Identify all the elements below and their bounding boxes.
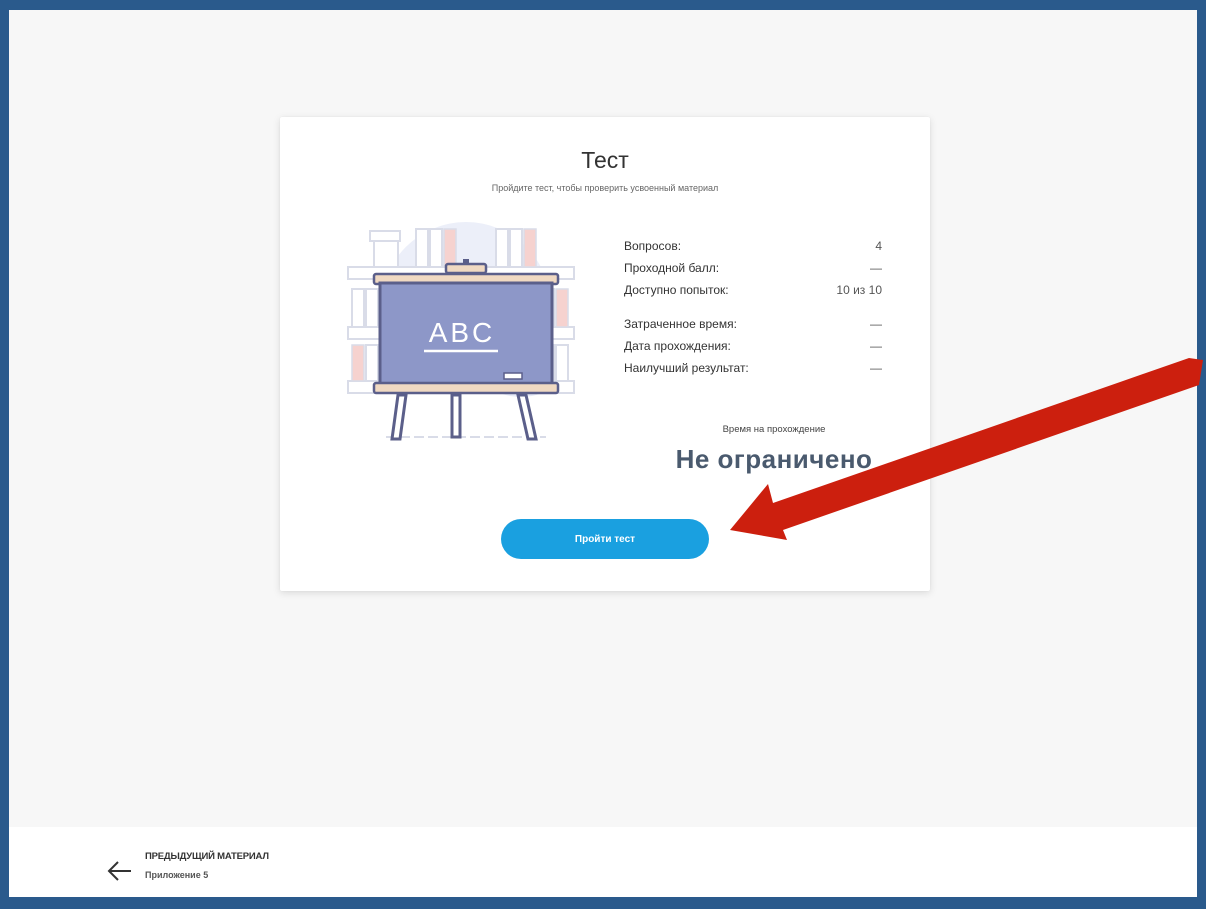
- card-title: Тест: [581, 147, 629, 173]
- previous-material-subtitle: Приложение 5: [145, 869, 209, 880]
- start-test-button[interactable]: Пройти тест: [501, 519, 709, 559]
- stat-date: Дата прохождения: —: [624, 335, 882, 357]
- stat-label: Наилучший результат:: [624, 361, 749, 375]
- stat-value: —: [870, 361, 882, 375]
- time-limit-value: Не ограничено: [675, 444, 873, 474]
- board-text: ABC: [429, 317, 496, 348]
- test-stats: Вопросов: 4 Проходной балл: — Доступно п…: [624, 235, 882, 379]
- footer-nav: ПРЕДЫДУЩИЙ МАТЕРИАЛ Приложение 5: [9, 827, 1197, 897]
- stat-value: —: [870, 261, 882, 275]
- stat-value: 10 из 10: [836, 283, 882, 297]
- stat-label: Вопросов:: [624, 239, 682, 253]
- previous-material-title: ПРЕДЫДУЩИЙ МАТЕРИАЛ: [145, 850, 269, 862]
- stat-label: Затраченное время:: [624, 317, 737, 331]
- screen: Тест Пройдите тест, чтобы проверить усво…: [9, 10, 1197, 897]
- previous-material-link[interactable]: ПРЕДЫДУЩИЙ МАТЕРИАЛ Приложение 5: [105, 845, 269, 885]
- card-subtitle: Пройдите тест, чтобы проверить усвоенный…: [491, 183, 719, 193]
- stat-attempts: Доступно попыток: 10 из 10: [624, 279, 882, 301]
- time-limit-label: Время на прохождение: [722, 424, 826, 435]
- stat-value: —: [870, 339, 882, 353]
- stat-value: 4: [875, 239, 882, 253]
- stat-questions: Вопросов: 4: [624, 235, 882, 257]
- chalkboard-illustration: ABC: [347, 222, 575, 441]
- test-card: Тест Пройдите тест, чтобы проверить усво…: [280, 117, 930, 591]
- stat-value: —: [870, 317, 882, 331]
- arrow-left-icon: [107, 861, 131, 881]
- stat-label: Проходной балл:: [624, 261, 720, 275]
- stat-time-spent: Затраченное время: —: [624, 313, 882, 335]
- stat-label: Дата прохождения:: [624, 339, 731, 353]
- stat-best-result: Наилучший результат: —: [624, 357, 882, 379]
- stat-label: Доступно попыток:: [624, 283, 729, 297]
- stat-passing-score: Проходной балл: —: [624, 257, 882, 279]
